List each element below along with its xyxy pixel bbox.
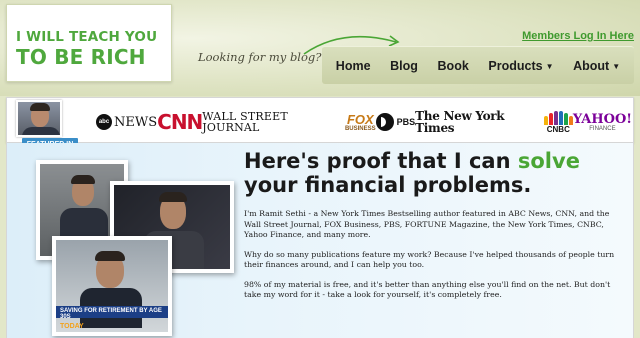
intro-paragraph-2: Why do so many publications feature my w…: [244, 249, 615, 270]
headline-part-2: your financial problems.: [244, 173, 532, 197]
abc-news-logo: abc NEWS: [96, 114, 157, 130]
nav-book[interactable]: Book: [438, 59, 469, 73]
chevron-down-icon: ▼: [545, 62, 554, 71]
pbs-logo: PBS: [375, 113, 416, 131]
nav-about-label: About: [573, 58, 610, 73]
nav-home[interactable]: Home: [336, 59, 371, 73]
nav-book-label: Book: [437, 58, 469, 73]
wsj-logo: WALL STREET JOURNAL: [202, 110, 288, 134]
media-logos: abc NEWS CNN WALL STREET JOURNAL FOX BUS…: [96, 106, 632, 138]
headline-highlight: solve: [517, 149, 580, 173]
fox-sub: BUSINESS: [344, 125, 376, 132]
members-login-link[interactable]: Members Log In Here: [522, 30, 634, 42]
pbs-word: PBS: [396, 116, 416, 127]
nav-products[interactable]: Products ▼: [488, 59, 553, 73]
intro-paragraph-3: 98% of my material is free, and it's bet…: [244, 279, 611, 300]
yahoo-finance-logo: YAHOO! FINANCE: [573, 113, 632, 132]
yahoo-sub: FINANCE: [589, 125, 616, 132]
intro-paragraph-1: I'm Ramit Sethi - a New York Times Bests…: [244, 209, 610, 239]
intro-copy: I'm Ramit Sethi - a New York Times Bests…: [244, 209, 624, 310]
fox-word: FOX: [346, 111, 374, 127]
pbs-head-icon: [375, 113, 394, 131]
fox-business-logo: FOX BUSINESS: [345, 113, 376, 132]
nav-products-label: Products: [488, 58, 543, 73]
logo-line-1: I WILL TEACH YOU: [16, 29, 158, 45]
page-headline: Here's proof that I can solve your finan…: [244, 149, 614, 197]
cnbc-logo: CNBC: [543, 110, 573, 134]
today-show-logo: TODAY: [60, 323, 84, 330]
nav-about[interactable]: About ▼: [573, 59, 620, 73]
author-portrait: [16, 100, 62, 137]
abc-mark: abc: [96, 114, 112, 130]
yahoo-word: YAHOO!: [572, 111, 632, 127]
nav-home-label: Home: [335, 58, 371, 73]
site-header: I WILL TEACH YOU TO BE RICH Looking for …: [0, 0, 640, 96]
abc-word: NEWS: [114, 114, 158, 130]
logo-line-2: TO BE RICH: [16, 44, 146, 69]
tv-caption: SAVING FOR RETIREMENT BY AGE 30S: [56, 306, 168, 320]
cnbc-word: CNBC: [546, 124, 570, 134]
chevron-down-icon: ▼: [612, 62, 621, 71]
nyt-logo: The New York Times: [415, 109, 505, 135]
cnn-logo: CNN: [157, 110, 203, 134]
nav-blog-label: Blog: [390, 58, 418, 73]
main-nav: Home Blog Book Products ▼ About ▼: [322, 46, 634, 84]
headline-part-1: Here's proof that I can: [244, 149, 518, 173]
nav-blog[interactable]: Blog: [390, 59, 418, 73]
peacock-icon: [543, 110, 573, 125]
press-photo-tv: SAVING FOR RETIREMENT BY AGE 30S TODAY: [52, 236, 172, 336]
site-logo[interactable]: I WILL TEACH YOU TO BE RICH: [6, 4, 172, 82]
